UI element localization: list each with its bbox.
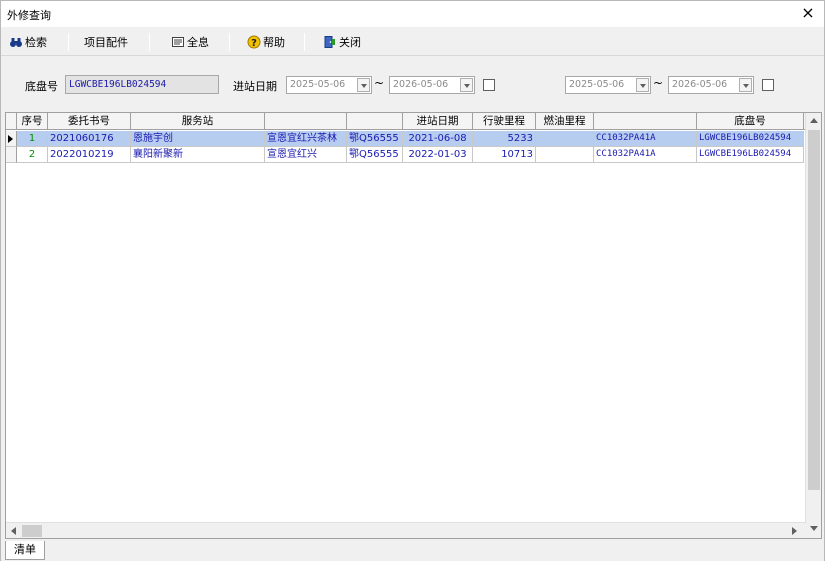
window-close-button[interactable]: × bbox=[798, 3, 818, 23]
header-order-no[interactable]: 委托书号 bbox=[48, 113, 131, 130]
header-model[interactable] bbox=[594, 113, 697, 130]
horizontal-scroll-thumb[interactable] bbox=[22, 525, 42, 537]
cell-order-no: 2022010219 bbox=[48, 147, 131, 163]
cell-fuel-mileage bbox=[536, 147, 594, 163]
cell-seq: 1 bbox=[17, 131, 48, 147]
header-plate[interactable] bbox=[347, 113, 403, 130]
close-button-label: 关闭 bbox=[339, 36, 361, 49]
second-date-label bbox=[512, 75, 558, 93]
cell-fuel-mileage bbox=[536, 131, 594, 147]
chevron-down-icon[interactable] bbox=[739, 78, 752, 92]
cell-station: 恩施宇创 bbox=[131, 131, 265, 147]
header-mileage[interactable]: 行驶里程 bbox=[473, 113, 536, 130]
row-indicator bbox=[6, 131, 17, 147]
tab-list[interactable]: 清单 bbox=[5, 541, 45, 560]
exit-door-icon bbox=[323, 35, 337, 49]
entry-date-to-picker[interactable]: 2026-05-06 bbox=[389, 76, 475, 94]
full-info-button-label: 全息 bbox=[187, 36, 209, 49]
cell-model: CC1032PA41A bbox=[594, 131, 697, 147]
toolbar-separator bbox=[68, 33, 69, 51]
cell-entry-date: 2021-06-08 bbox=[403, 131, 473, 147]
toolbar-separator bbox=[304, 33, 305, 51]
chevron-down-icon[interactable] bbox=[636, 78, 649, 92]
entry-date-label: 进站日期 bbox=[233, 80, 277, 93]
parts-items-button[interactable]: 项目配件 bbox=[80, 31, 132, 53]
binoculars-icon bbox=[9, 35, 23, 49]
cell-model: CC1032PA41A bbox=[594, 147, 697, 163]
horizontal-scrollbar[interactable] bbox=[6, 522, 806, 538]
cell-plate: 鄂Q56555 bbox=[347, 147, 403, 163]
external-repair-query-window: 外修查询 × 检索 项目配件 全息 ? 帮助 关闭 底盘号 LGWCBE196L… bbox=[0, 0, 825, 561]
cell-entry-date: 2022-01-03 bbox=[403, 147, 473, 163]
parts-items-button-label: 项目配件 bbox=[84, 36, 128, 49]
scroll-left-arrow-icon[interactable] bbox=[11, 527, 16, 535]
table-row[interactable]: 2 2022010219 襄阳新聚新 宣恩宜红兴 鄂Q56555 2022-01… bbox=[6, 147, 806, 163]
header-fuel-mileage[interactable]: 燃油里程 bbox=[536, 113, 594, 130]
cell-chassis: LGWCBE196LB024594 bbox=[697, 147, 804, 163]
document-icon bbox=[171, 35, 185, 49]
help-button-label: 帮助 bbox=[263, 36, 285, 49]
cell-customer: 宣恩宜红兴茶林 bbox=[265, 131, 347, 147]
entry-date-from-picker[interactable]: 2025-05-06 bbox=[286, 76, 372, 94]
chevron-down-icon[interactable] bbox=[460, 78, 473, 92]
vertical-scroll-thumb[interactable] bbox=[808, 130, 820, 490]
help-button[interactable]: ? 帮助 bbox=[243, 31, 289, 53]
cell-order-no: 2021060176 bbox=[48, 131, 131, 147]
second-date-to-value: 2026-05-06 bbox=[672, 79, 728, 90]
cell-customer: 宣恩宜红兴 bbox=[265, 147, 347, 163]
second-date-from-value: 2025-05-06 bbox=[569, 79, 625, 90]
second-date-from-picker[interactable]: 2025-05-06 bbox=[565, 76, 651, 94]
header-indicator bbox=[6, 113, 17, 130]
search-button[interactable]: 检索 bbox=[5, 31, 51, 53]
header-station[interactable]: 服务站 bbox=[131, 113, 265, 130]
cell-station: 襄阳新聚新 bbox=[131, 147, 265, 163]
header-chassis[interactable]: 底盘号 bbox=[697, 113, 804, 130]
current-row-arrow-icon bbox=[8, 135, 13, 143]
title-bar: 外修查询 × bbox=[1, 1, 824, 27]
cell-mileage: 5233 bbox=[473, 131, 536, 147]
second-date-checkbox[interactable] bbox=[762, 79, 774, 91]
chassis-label: 底盘号 bbox=[25, 80, 58, 93]
scroll-right-arrow-icon[interactable] bbox=[792, 527, 797, 535]
header-entry-date[interactable]: 进站日期 bbox=[403, 113, 473, 130]
toolbar-separator bbox=[229, 33, 230, 51]
full-info-button[interactable]: 全息 bbox=[167, 31, 213, 53]
close-button[interactable]: 关闭 bbox=[319, 31, 365, 53]
vertical-scrollbar[interactable] bbox=[805, 113, 821, 538]
search-button-label: 检索 bbox=[25, 36, 47, 49]
date-range-separator: ~ bbox=[374, 76, 385, 90]
svg-text:?: ? bbox=[251, 38, 257, 49]
cell-plate: 鄂Q56555 bbox=[347, 131, 403, 147]
toolbar: 检索 项目配件 全息 ? 帮助 关闭 bbox=[1, 28, 824, 56]
help-icon: ? bbox=[247, 35, 261, 49]
cell-chassis: LGWCBE196LB024594 bbox=[697, 131, 804, 147]
row-indicator bbox=[6, 147, 17, 163]
chevron-down-icon[interactable] bbox=[357, 78, 370, 92]
scroll-up-arrow-icon[interactable] bbox=[810, 118, 818, 123]
results-grid: 序号 委托书号 服务站 进站日期 行驶里程 燃油里程 底盘号 1 2021060… bbox=[5, 112, 822, 539]
window-title: 外修查询 bbox=[7, 9, 51, 22]
header-customer[interactable] bbox=[265, 113, 347, 130]
second-date-to-picker[interactable]: 2026-05-06 bbox=[668, 76, 754, 94]
table-row[interactable]: 1 2021060176 恩施宇创 宣恩宜红兴茶林 鄂Q56555 2021-0… bbox=[6, 131, 806, 147]
date-range-separator: ~ bbox=[653, 76, 664, 90]
entry-date-checkbox[interactable] bbox=[483, 79, 495, 91]
header-seq[interactable]: 序号 bbox=[17, 113, 48, 130]
chassis-input[interactable]: LGWCBE196LB024594 bbox=[65, 75, 219, 94]
filter-panel: 底盘号 LGWCBE196LB024594 进站日期 2025-05-06 ~ … bbox=[1, 57, 824, 111]
scroll-down-arrow-icon[interactable] bbox=[810, 526, 818, 531]
cell-seq: 2 bbox=[17, 147, 48, 163]
entry-date-from-value: 2025-05-06 bbox=[290, 79, 346, 90]
cell-mileage: 10713 bbox=[473, 147, 536, 163]
bottom-tab-bar: 清单 bbox=[1, 541, 824, 561]
grid-header: 序号 委托书号 服务站 进站日期 行驶里程 燃油里程 底盘号 bbox=[6, 113, 806, 130]
entry-date-to-value: 2026-05-06 bbox=[393, 79, 449, 90]
toolbar-separator bbox=[149, 33, 150, 51]
